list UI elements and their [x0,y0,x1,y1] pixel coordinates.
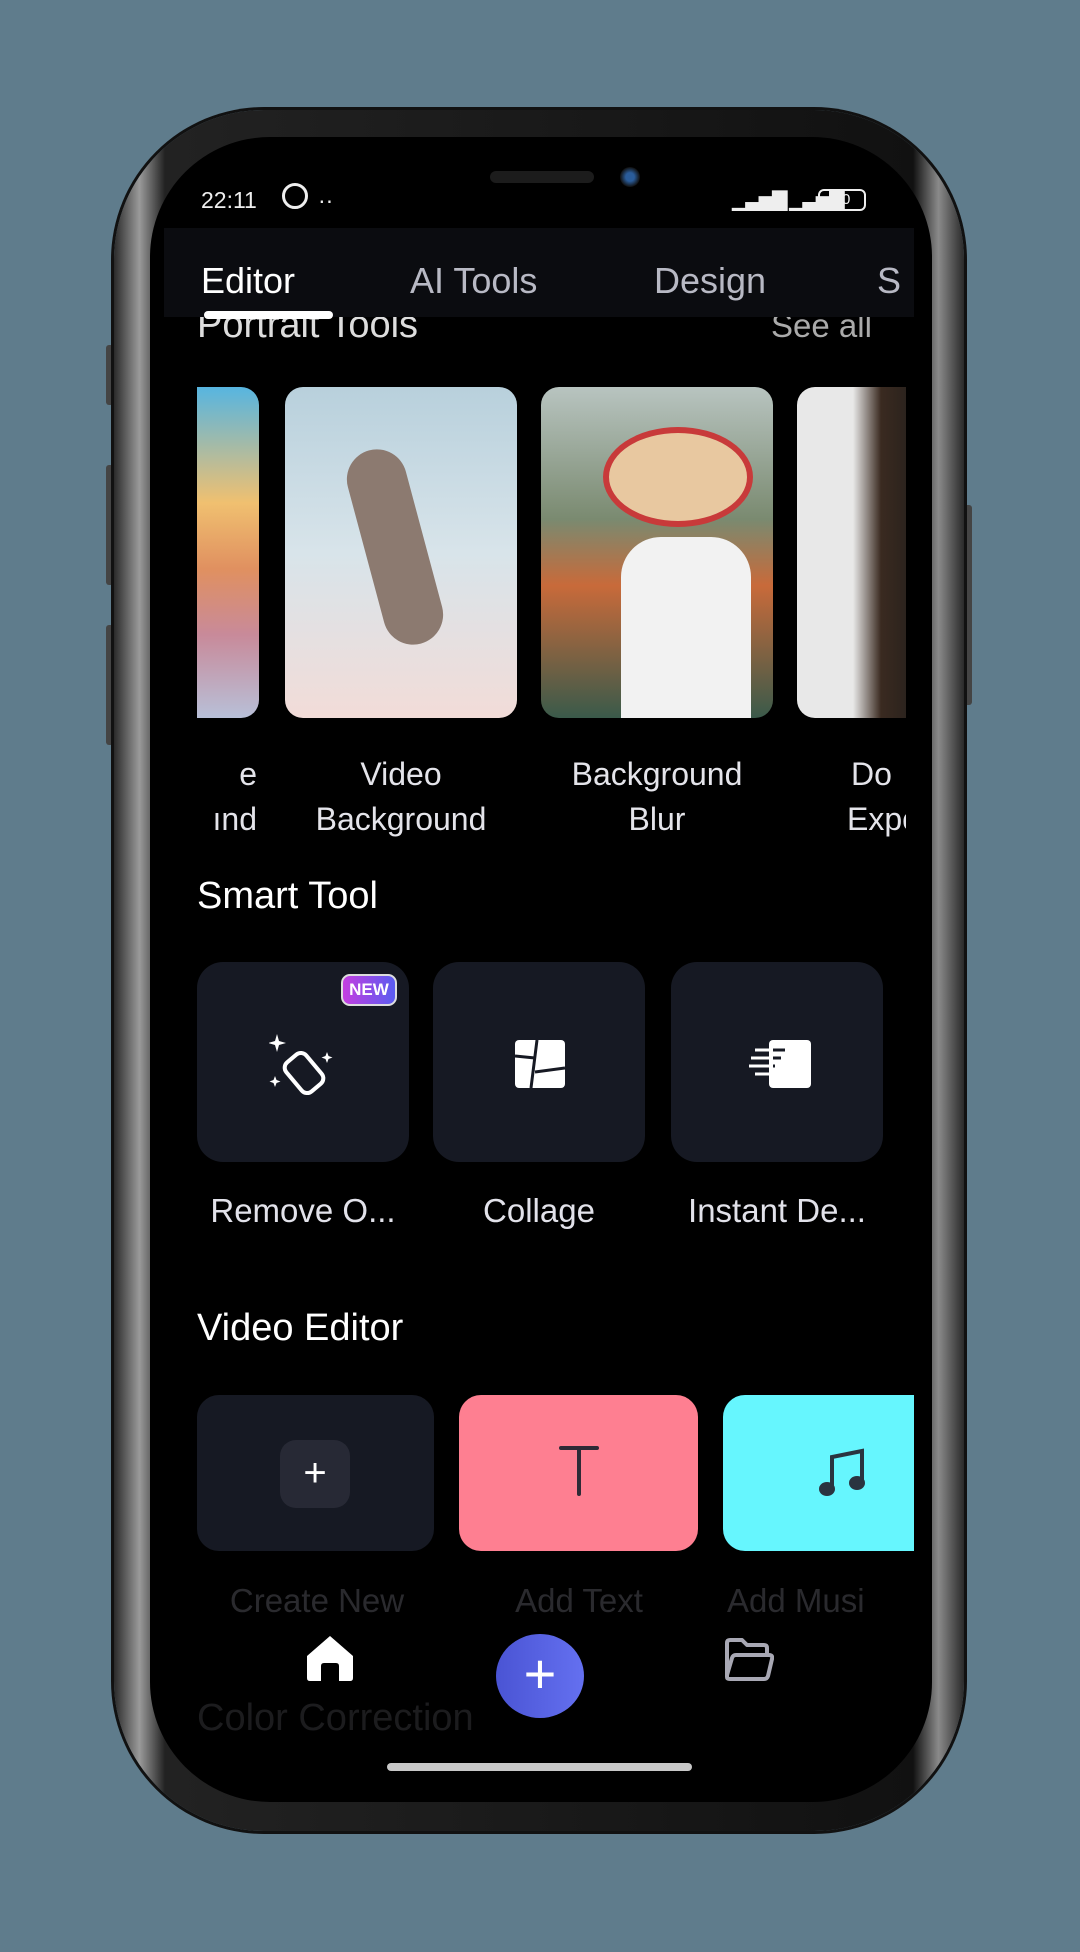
home-indicator[interactable] [387,1763,692,1771]
smart-tool-label: Collage [483,1192,595,1229]
smart-tool-label: Instant De... [688,1192,866,1229]
eraser-sparkle-icon [269,1034,333,1096]
mute-switch [106,345,114,405]
portrait-label: Background Blur [571,756,743,837]
video-label: Add Text [515,1582,643,1619]
portrait-card-background-blur[interactable] [541,387,773,718]
text-icon [559,1446,599,1496]
smart-tool-collage[interactable] [433,962,645,1162]
battery-icon: 40 [818,189,866,211]
video-label: Create New [229,1582,405,1619]
section-title-smart-tool: Smart Tool [197,875,378,917]
portrait-card-double-exposure[interactable] [797,387,906,718]
section-title-color-correction: Color Correction [197,1697,474,1739]
tab-ai-tools[interactable]: AI Tools [410,260,537,302]
add-button[interactable]: + [496,1634,584,1718]
whatsapp-icon [282,183,308,209]
tab-more[interactable]: S [877,260,901,302]
photo-figure [340,442,450,652]
portrait-card-video-background[interactable] [285,387,517,718]
tab-design[interactable]: Design [654,260,766,302]
collage-icon [515,1040,565,1088]
video-add-text[interactable] [459,1395,698,1551]
portrait-label: Video Background [315,756,487,837]
status-dots: ·· [318,187,334,213]
music-note-icon [819,1448,865,1496]
folder-icon[interactable] [724,1637,774,1681]
power-button [964,505,972,705]
portrait-card-background[interactable] [197,387,259,718]
portrait-label: DoExpo [847,756,906,837]
video-label: Add Musi [727,1582,865,1619]
smart-tool-label: Remove O... [210,1192,396,1229]
volume-up-button [106,465,114,585]
tab-editor[interactable]: Editor [201,260,295,302]
volume-down-button [106,625,114,745]
status-time: 22:11 [201,187,257,213]
new-badge: NEW [341,974,397,1006]
smart-tool-remove-object[interactable]: NEW [197,962,409,1162]
home-icon[interactable] [305,1634,355,1682]
smart-tool-instant-design[interactable] [671,962,883,1162]
camera [620,167,640,187]
plus-icon: + [280,1440,350,1508]
video-add-music[interactable] [723,1395,914,1551]
photo-figure [621,537,751,718]
photo-hat [603,427,753,527]
section-title-video-editor: Video Editor [197,1307,404,1349]
portrait-label: e ınd [212,756,257,837]
speaker [490,171,594,183]
active-tab-indicator [204,311,333,319]
instant-design-icon [749,1040,811,1088]
tab-bar: Editor AI Tools Design S [164,228,914,317]
app-screen: 22:11 ·· ▁▃▅▇ ▁▃▅▇ 40 Portrait Tools See… [150,137,932,1802]
video-create-new[interactable]: + [197,1395,434,1551]
